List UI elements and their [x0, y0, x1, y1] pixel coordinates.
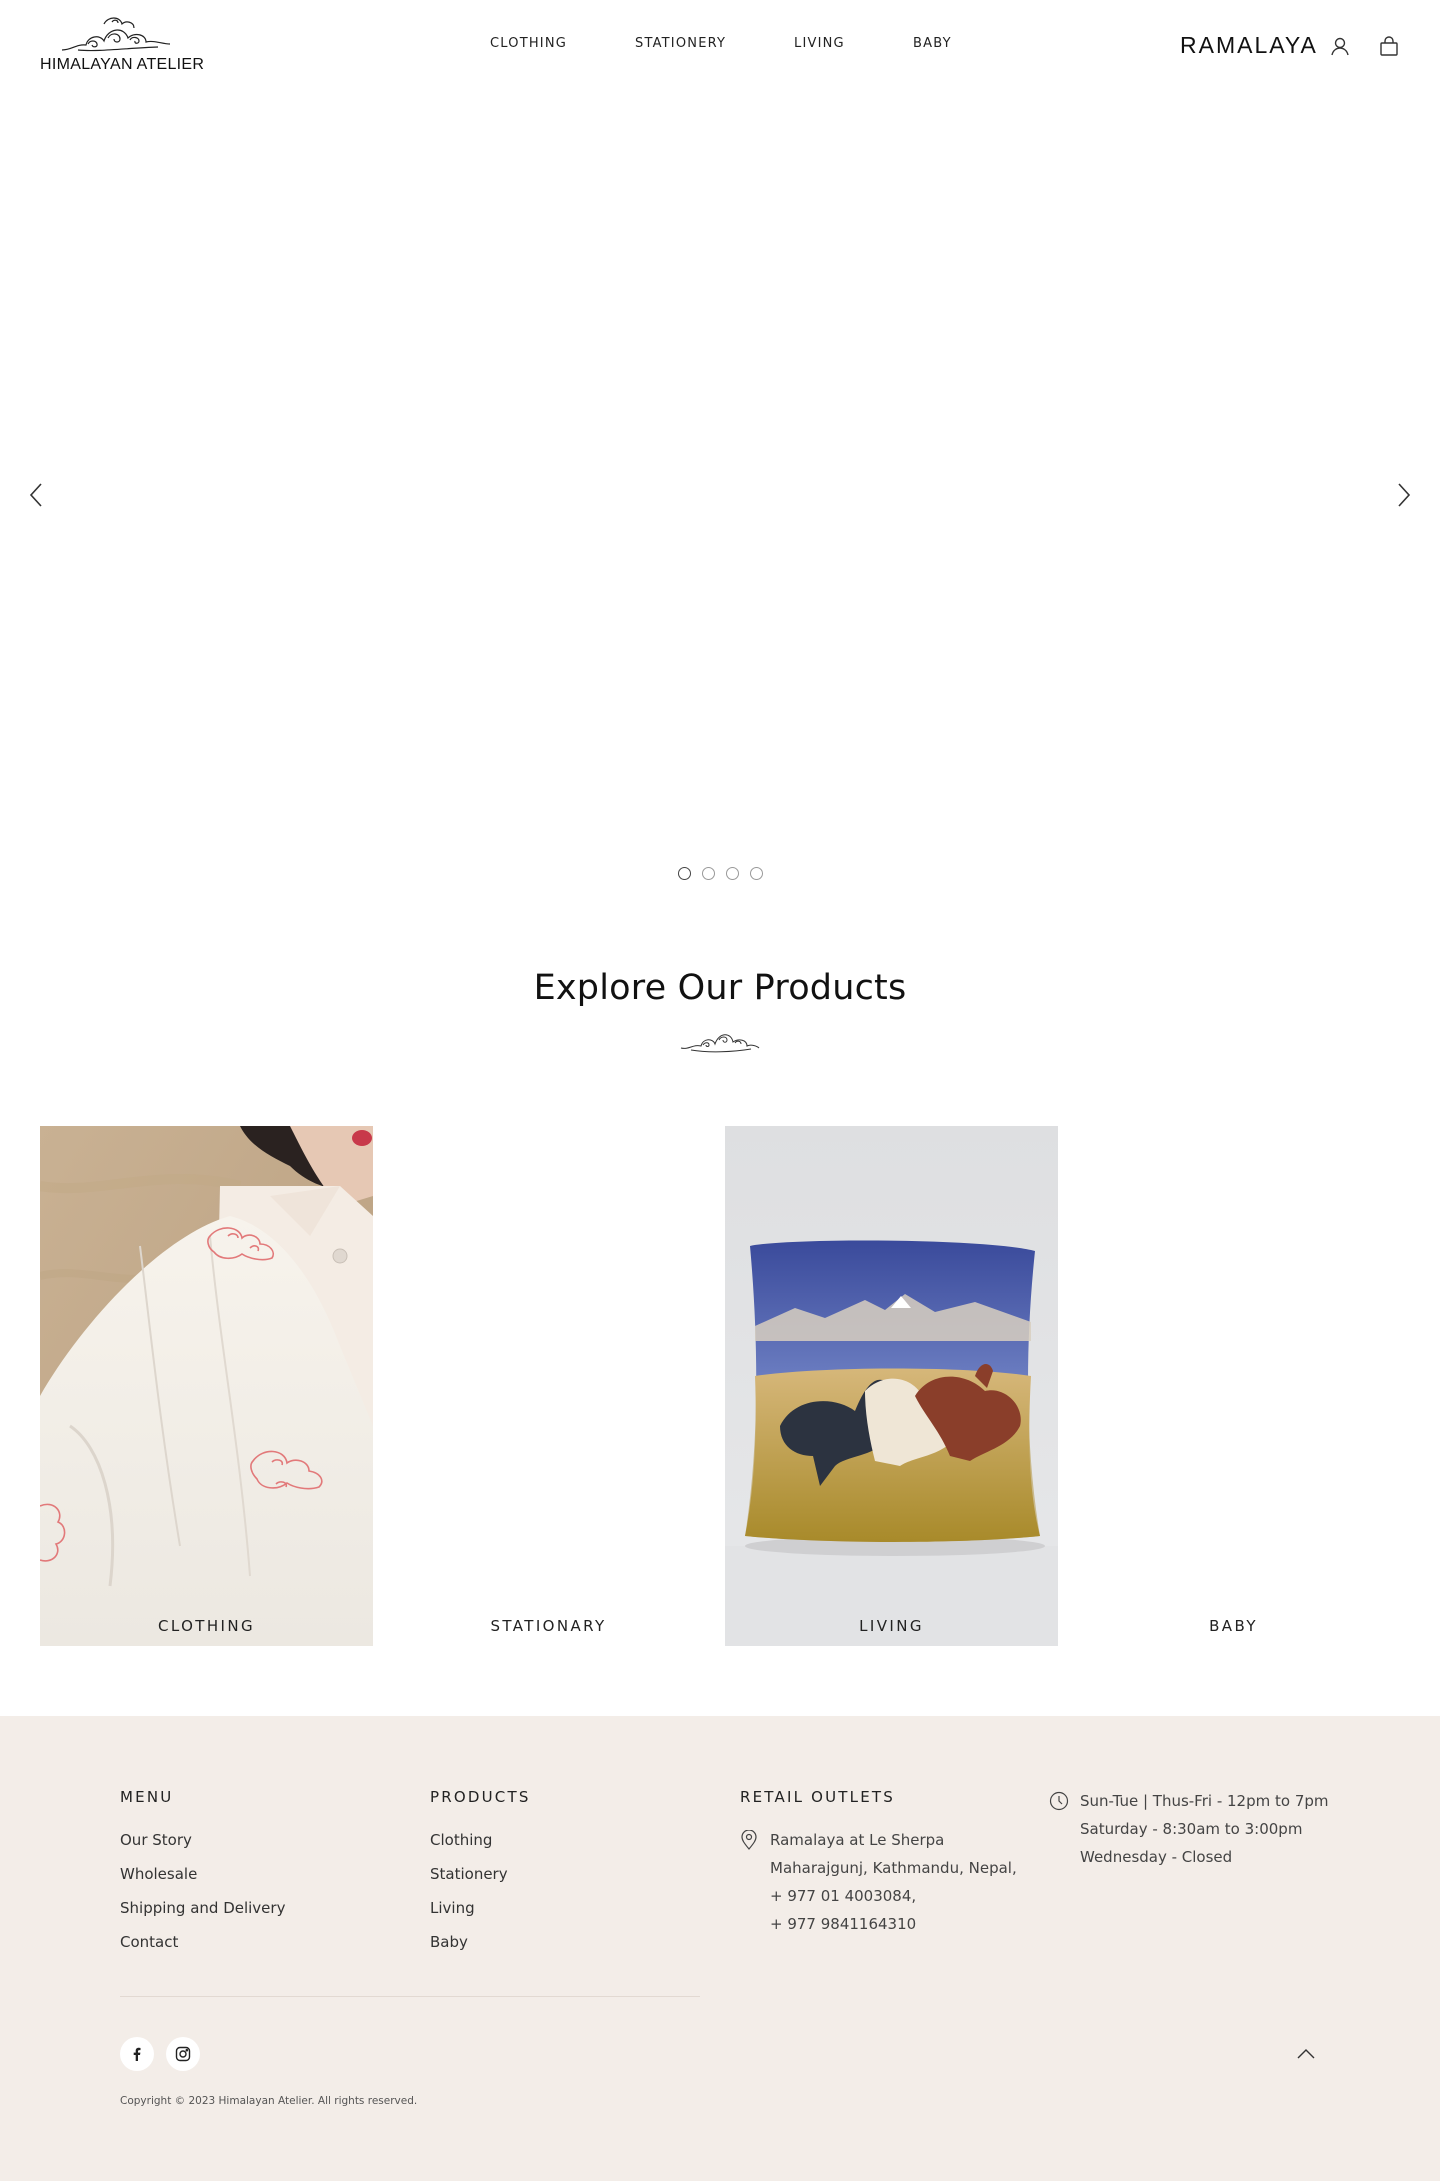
- facebook-icon[interactable]: [120, 2037, 154, 2071]
- copyright-text: Copyright © 2023 Himalayan Atelier. All …: [120, 2095, 418, 2107]
- footer-menu-heading: MENU: [120, 1788, 174, 1806]
- footer-link-living[interactable]: Living: [430, 1899, 475, 1917]
- footer-link-baby[interactable]: Baby: [430, 1933, 468, 1951]
- retail-address-city: Maharajgunj, Kathmandu, Nepal,: [770, 1859, 1017, 1877]
- hours-line-3: Wednesday - Closed: [1080, 1848, 1233, 1866]
- ramalaya-brand-link[interactable]: RAMALAYA: [1180, 32, 1318, 59]
- account-icon[interactable]: [1329, 35, 1351, 57]
- footer-retail-heading: RETAIL OUTLETS: [740, 1788, 895, 1806]
- category-label-stationary: STATIONARY: [490, 1617, 607, 1635]
- footer-link-wholesale[interactable]: Wholesale: [120, 1865, 197, 1883]
- instagram-icon[interactable]: [166, 2037, 200, 2071]
- retail-phone-1: + 977 01 4003084,: [770, 1887, 917, 1905]
- hero-carousel: [0, 92, 1440, 932]
- location-pin-icon: [741, 1830, 757, 1850]
- cloud-logo-icon: [61, 17, 171, 52]
- carousel-dot-4[interactable]: [750, 867, 763, 880]
- footer-link-contact[interactable]: Contact: [120, 1933, 178, 1951]
- nav-clothing[interactable]: CLOTHING: [490, 36, 567, 51]
- cloud-ornament-icon: [680, 1034, 760, 1053]
- carousel-dots: [678, 867, 763, 880]
- footer-link-shipping[interactable]: Shipping and Delivery: [120, 1899, 285, 1917]
- category-card-clothing[interactable]: CLOTHING: [40, 1126, 373, 1646]
- category-label-living: LIVING: [859, 1617, 924, 1635]
- nav-stationery[interactable]: STATIONERY: [635, 36, 726, 51]
- retail-phone-2: + 977 9841164310: [770, 1915, 917, 1933]
- nav-living[interactable]: LIVING: [794, 36, 845, 51]
- carousel-dot-3[interactable]: [726, 867, 739, 880]
- clothing-category-image: [40, 1126, 373, 1646]
- retail-address-name: Ramalaya at Le Sherpa: [770, 1831, 945, 1849]
- footer-link-clothing[interactable]: Clothing: [430, 1831, 492, 1849]
- cart-icon[interactable]: [1378, 35, 1400, 57]
- category-label-clothing: CLOTHING: [157, 1617, 255, 1635]
- chevron-left-icon[interactable]: [22, 480, 52, 510]
- footer-link-our-story[interactable]: Our Story: [120, 1831, 192, 1849]
- logo[interactable]: HIMALAYAN ATELIER: [40, 14, 204, 76]
- hours-line-1: Sun-Tue | Thus-Fri - 12pm to 7pm: [1080, 1792, 1329, 1810]
- chevron-up-icon[interactable]: [1294, 2042, 1318, 2066]
- category-card-living[interactable]: LIVING: [725, 1126, 1058, 1646]
- section-title: Explore Our Products: [533, 968, 907, 1008]
- footer-link-stationery[interactable]: Stationery: [430, 1865, 508, 1883]
- category-card-stationary[interactable]: STATIONARY: [382, 1126, 715, 1646]
- site-footer: [0, 1716, 1440, 2181]
- carousel-dot-2[interactable]: [702, 867, 715, 880]
- footer-divider: [120, 1996, 700, 1997]
- site-header: HIMALAYAN ATELIER CLOTHING STATIONERY LI…: [0, 0, 1440, 92]
- footer-products-heading: PRODUCTS: [430, 1788, 531, 1806]
- logo-text: HIMALAYAN ATELIER: [40, 56, 205, 73]
- clock-icon: [1049, 1791, 1069, 1811]
- carousel-dot-1[interactable]: [678, 867, 691, 880]
- hours-line-2: Saturday - 8:30am to 3:00pm: [1080, 1820, 1303, 1838]
- living-category-image: [725, 1126, 1058, 1646]
- nav-baby[interactable]: BABY: [913, 36, 952, 51]
- chevron-right-icon[interactable]: [1388, 480, 1418, 510]
- category-label-baby: BABY: [1209, 1617, 1258, 1635]
- category-card-baby[interactable]: BABY: [1067, 1126, 1400, 1646]
